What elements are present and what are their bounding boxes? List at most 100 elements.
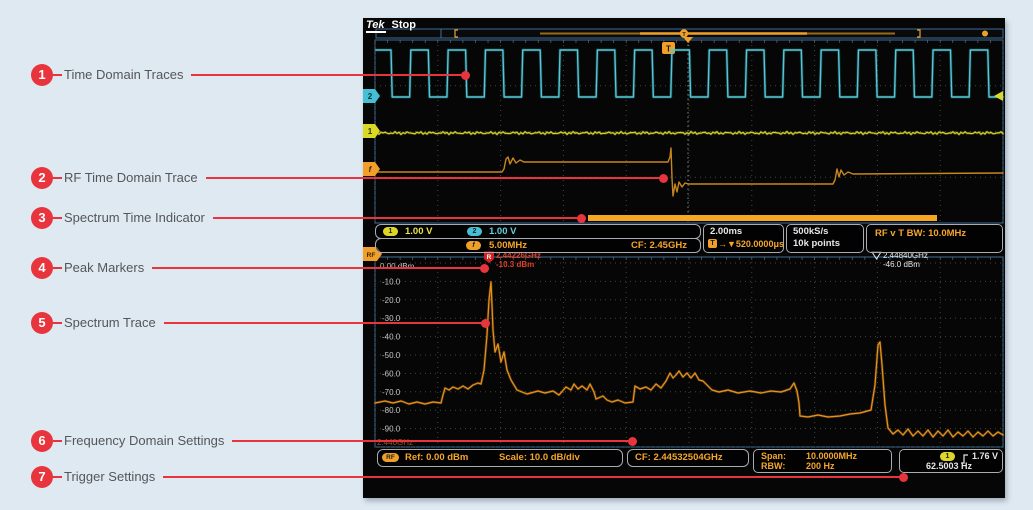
svg-text:2: 2 — [368, 92, 373, 101]
svg-text:-46.0 dBm: -46.0 dBm — [883, 260, 920, 269]
cf-readout: CF: 2.45GHz — [631, 240, 687, 251]
horizontal-scale: 2.00ms — [710, 226, 743, 237]
callout-line — [163, 476, 903, 478]
callout-dot — [899, 472, 908, 482]
ch2-square-wave-trace — [374, 48, 1005, 99]
ch1-channel-badge: 1 — [363, 124, 380, 138]
svg-text:-10.3 dBm: -10.3 dBm — [496, 260, 534, 269]
rf-reference-readout: RF Ref: 0.00 dBm Scale: 10.0 dB/div — [377, 449, 623, 467]
svg-text:RF: RF — [367, 252, 376, 259]
callout-connector — [53, 476, 62, 478]
callout-line — [191, 74, 465, 76]
callout-label-2: RF Time Domain Trace — [64, 170, 198, 185]
span-label: Span: — [761, 451, 787, 461]
ch1-badge: 1 — [383, 227, 398, 236]
svg-text:T: T — [666, 45, 671, 54]
center-frequency-readout: CF: 2.44532504GHz — [627, 449, 749, 467]
svg-text:-50.0: -50.0 — [382, 351, 401, 360]
svg-text:R: R — [487, 254, 492, 261]
rf-scale: 5.00MHz — [489, 240, 528, 251]
reference-peak-marker: R 2.44226GHz-10.3 dBm — [484, 251, 541, 269]
callout-dot — [480, 263, 489, 273]
trigger-time-badge: T — [708, 239, 717, 248]
span-rbw-readout: Span: 10.0000MHz RBW: 200 Hz — [753, 449, 892, 473]
callout-number-5: 5 — [31, 312, 53, 334]
tek-logo: Tek — [366, 19, 386, 33]
acquisition-readout: 500kS/s 10k points — [786, 224, 864, 253]
ch2-channel-badge: 2 — [363, 89, 380, 103]
spectrum-time-indicator-bar — [588, 215, 937, 221]
svg-text:-20.0: -20.0 — [382, 296, 401, 305]
callout-connector — [53, 74, 62, 76]
ch2-scale: 1.00 V — [489, 226, 517, 237]
callout-label-3: Spectrum Time Indicator — [64, 210, 205, 225]
center-frequency: CF: 2.44532504GHz — [635, 452, 723, 463]
rf-badge: RF — [382, 453, 399, 462]
scope-display: TT0.00 dBm-10.0-20.0-30.0-40.0-50.0-60.0… — [363, 28, 1005, 448]
callout-dot — [628, 436, 637, 446]
trigger-time: →▼520.0000μs — [718, 239, 784, 249]
trigger-level-arrow-icon — [994, 91, 1003, 101]
acquisition-status: Stop — [391, 19, 416, 31]
vertical-scale-db: Scale: 10.0 dB/div — [499, 452, 580, 463]
ref-level: Ref: 0.00 dBm — [405, 452, 469, 463]
rf-bandwidth-readout: RF v T BW: 10.0MHz — [866, 224, 1003, 253]
ch1-trace — [373, 130, 1005, 136]
callout-number-3: 3 — [31, 207, 53, 229]
svg-text:-80.0: -80.0 — [382, 406, 401, 415]
callout-label-4: Peak Markers — [64, 260, 145, 275]
rf-bandwidth: RF v T BW: 10.0MHz — [875, 228, 967, 239]
rf-channel-badge: f — [466, 241, 481, 250]
callout-number-4: 4 — [31, 257, 53, 279]
horizontal-readout: 2.00ms T →▼520.0000μs — [703, 224, 784, 253]
callout-connector — [53, 267, 62, 269]
callout-label-5: Spectrum Trace — [64, 315, 156, 330]
span-value: 10.0000MHz — [806, 451, 858, 461]
callout-number-7: 7 — [31, 466, 53, 488]
rf-scale-readout: f 5.00MHz CF: 2.45GHz — [375, 238, 701, 253]
callout-connector — [53, 322, 62, 324]
oscilloscope-screen: TT0.00 dBm-10.0-20.0-30.0-40.0-50.0-60.0… — [363, 18, 1005, 498]
ch1-scale: 1.00 V — [405, 226, 433, 237]
callout-connector — [53, 217, 62, 219]
trigger-source-badge: 1 — [940, 452, 955, 461]
annotated-figure: 1 Time Domain Traces 2 RF Time Domain Trace… — [0, 0, 1033, 510]
callout-line — [232, 440, 632, 442]
trigger-readout: 1 1.76 V 62.5003 Hz — [899, 449, 1003, 473]
delta-peak-marker: 2.44840GHz-46.0 dBm — [871, 251, 928, 269]
trigger-level: 1.76 V — [971, 451, 998, 461]
callout-number-2: 2 — [31, 167, 53, 189]
rbw-label: RBW: — [761, 461, 786, 471]
callout-label-7: Trigger Settings — [64, 469, 156, 484]
callout-label-6: Frequency Domain Settings — [64, 433, 225, 448]
svg-text:-60.0: -60.0 — [382, 369, 401, 378]
callout-number-1: 1 — [31, 64, 53, 86]
spectrum-axis-labels: 0.00 dBm-10.0-20.0-30.0-40.0-50.0-60.0-7… — [377, 262, 415, 447]
rbw-value: 200 Hz — [806, 461, 835, 471]
callout-connector — [53, 440, 62, 442]
vertical-scale-readout: 1 1.00 V 2 1.00 V — [375, 224, 701, 239]
callout-dot — [577, 213, 586, 223]
svg-text:-90.0: -90.0 — [382, 425, 401, 434]
svg-text:1: 1 — [368, 127, 373, 136]
trigger-frequency: 62.5003 Hz — [926, 461, 973, 471]
callout-dot — [461, 70, 470, 80]
spectrum-trace — [373, 280, 1005, 439]
rf-f-channel-badge: f — [363, 162, 380, 176]
svg-text:-40.0: -40.0 — [382, 333, 401, 342]
callout-dot — [481, 318, 490, 328]
callout-line — [206, 177, 663, 179]
ch2-badge: 2 — [467, 227, 482, 236]
callout-line — [164, 322, 485, 324]
callout-connector — [53, 177, 62, 179]
callout-line — [213, 217, 581, 219]
sample-rate: 500kS/s — [793, 226, 829, 237]
record-length: 10k points — [793, 238, 840, 249]
svg-text:-10.0: -10.0 — [382, 277, 401, 286]
callout-dot — [659, 173, 668, 183]
callout-label-1: Time Domain Traces — [64, 67, 184, 82]
svg-text:-70.0: -70.0 — [382, 388, 401, 397]
callout-line — [152, 267, 484, 269]
scope-header: Tek Stop — [366, 19, 416, 33]
callout-number-6: 6 — [31, 430, 53, 452]
